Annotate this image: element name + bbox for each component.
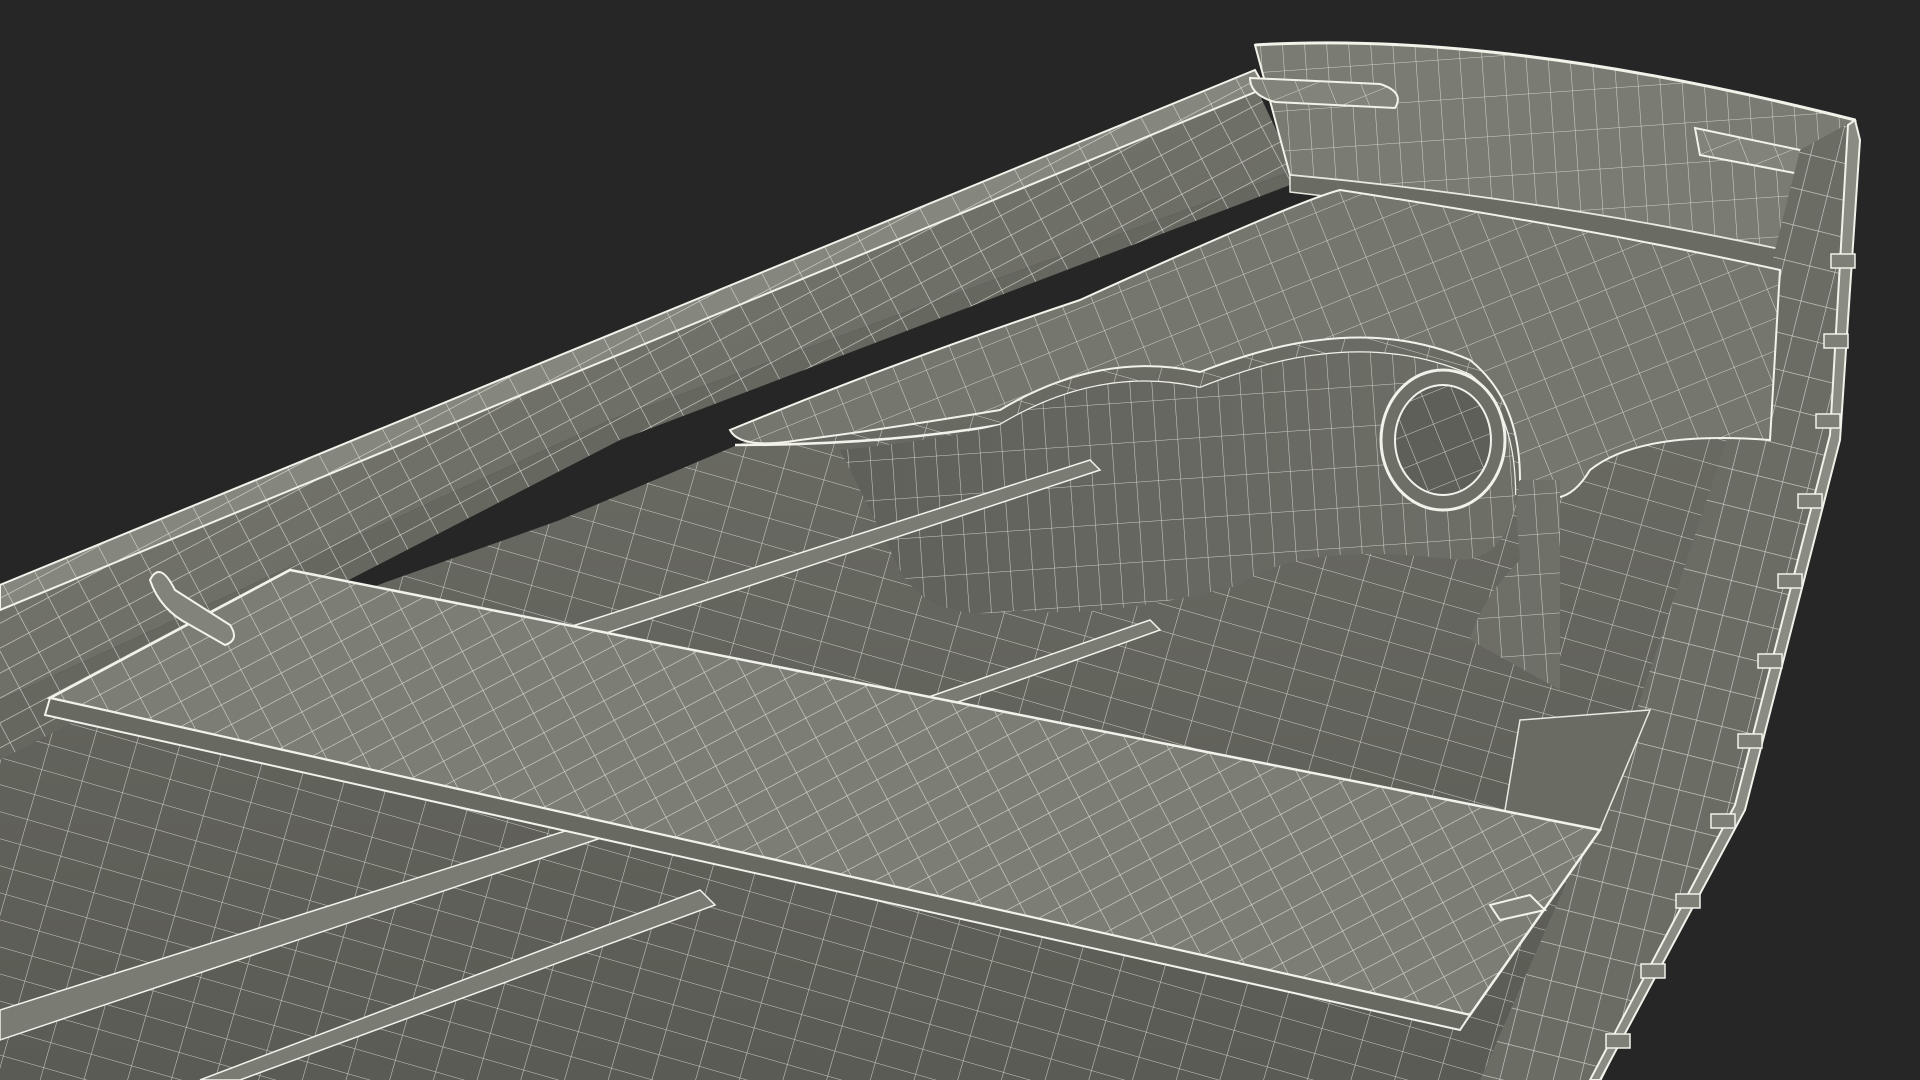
gunwale-rib-block — [1757, 653, 1783, 669]
gunwale-rib-block — [1830, 253, 1856, 269]
gunwale-rib-block — [1777, 573, 1803, 589]
gunwale-rib-block — [1675, 893, 1701, 909]
gunwale-rib-block — [1640, 963, 1666, 979]
gunwale-rib-block — [1797, 493, 1823, 509]
3d-viewport[interactable] — [0, 0, 1920, 1080]
boat-wireframe-render — [0, 41, 1862, 1080]
gunwale-rib-block — [1823, 333, 1849, 349]
gunwale-rib-block — [1737, 733, 1763, 749]
round-hatch — [1379, 368, 1507, 512]
gunwale-rib-block — [1815, 413, 1841, 429]
gunwale-rib-block — [1605, 1033, 1631, 1049]
gunwale-rib-block — [1710, 813, 1736, 829]
